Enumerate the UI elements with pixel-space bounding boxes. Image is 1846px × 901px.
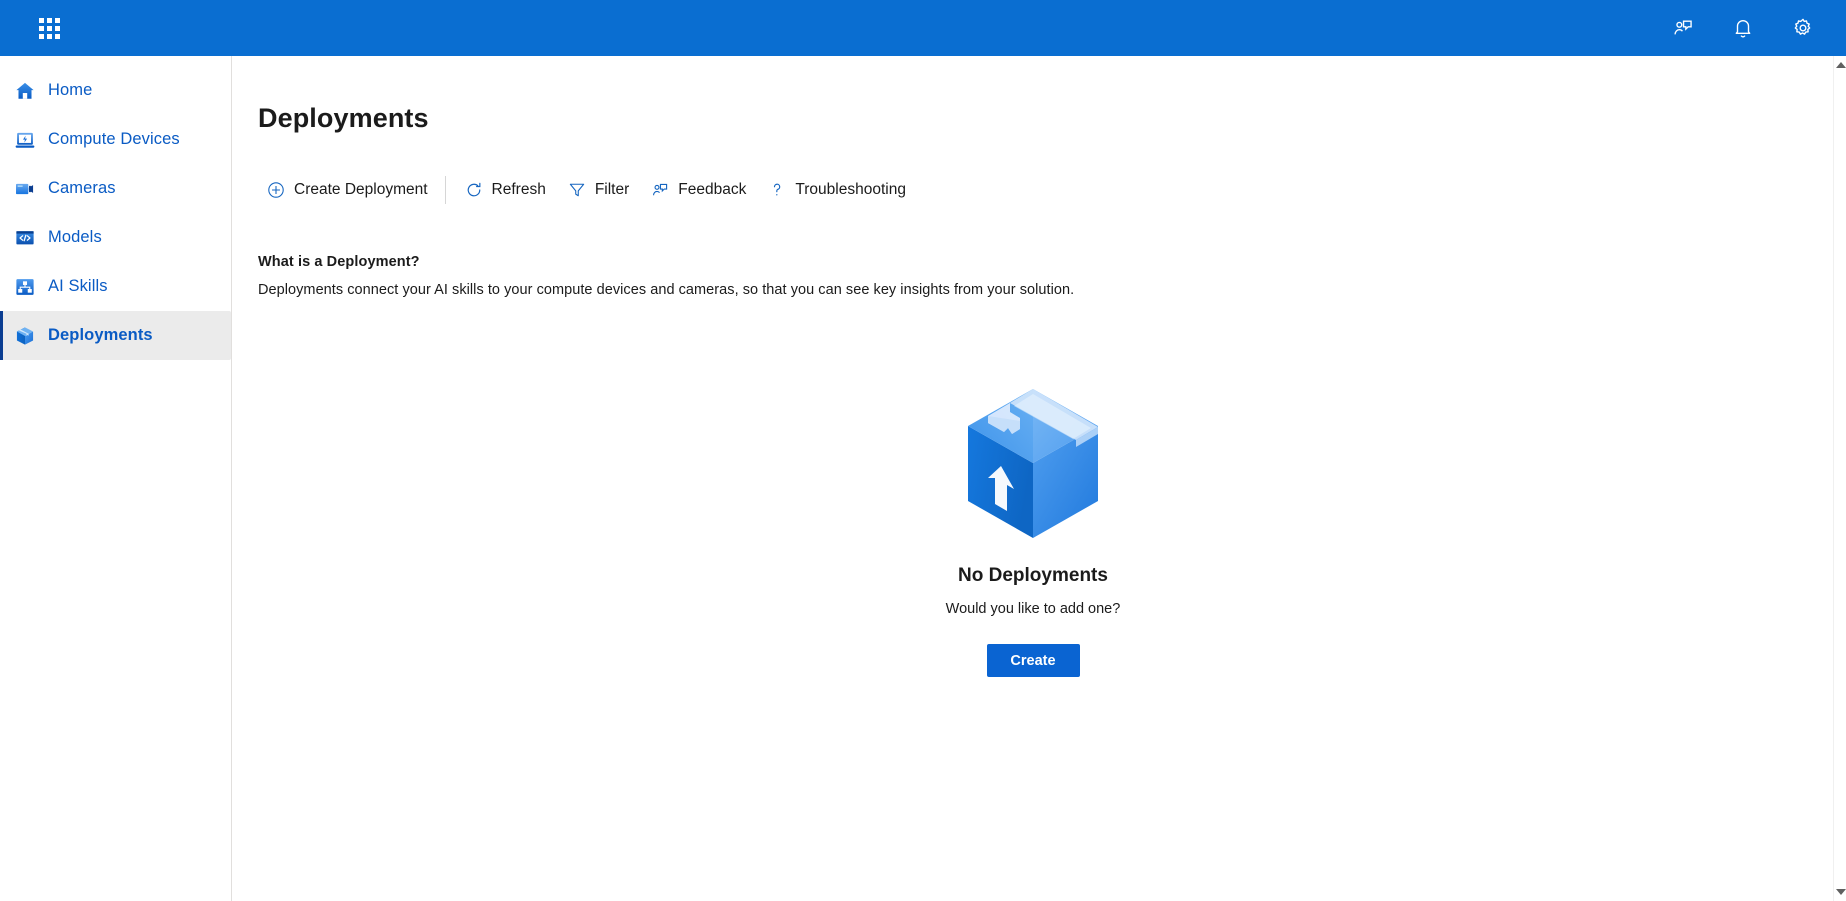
feedback-person-icon xyxy=(651,181,669,199)
create-button[interactable]: Create xyxy=(986,644,1080,677)
sidebar-item-label: Cameras xyxy=(48,179,116,197)
sidebar-item-ai-skills[interactable]: AI Skills xyxy=(0,262,231,311)
package-box-icon xyxy=(12,323,38,349)
top-bar-actions xyxy=(1666,11,1820,45)
app-grid-glyph xyxy=(38,17,60,39)
scroll-up-arrow-icon[interactable] xyxy=(1834,58,1846,72)
camera-icon xyxy=(12,176,38,202)
code-window-icon xyxy=(12,225,38,251)
about-section: What is a Deployment? Deployments connec… xyxy=(258,254,1833,298)
about-body: Deployments connect your AI skills to yo… xyxy=(258,282,1075,298)
sidebar-item-label: Models xyxy=(48,228,102,246)
troubleshooting-button[interactable]: Troubleshooting xyxy=(757,173,917,207)
create-deployment-button[interactable]: Create Deployment xyxy=(256,173,439,207)
scroll-down-arrow-icon[interactable] xyxy=(1834,885,1846,899)
toolbar-label: Refresh xyxy=(491,181,546,198)
refresh-button[interactable]: Refresh xyxy=(454,173,557,207)
sidebar-navigation: Home Compute Devices Cameras Models AI S… xyxy=(0,56,232,901)
sidebar-item-models[interactable]: Models xyxy=(0,213,231,262)
sidebar-item-deployments[interactable]: Deployments xyxy=(0,311,231,360)
sidebar-item-label: Home xyxy=(48,81,93,99)
command-toolbar: Create Deployment Refresh Filter Feedbac… xyxy=(256,173,1833,207)
app-grid-icon[interactable] xyxy=(25,4,73,52)
toolbar-label: Troubleshooting xyxy=(795,181,906,198)
main-content: Deployments Create Deployment Refresh Fi… xyxy=(233,56,1833,901)
vertical-scrollbar[interactable] xyxy=(1833,56,1846,901)
feedback-person-icon[interactable] xyxy=(1666,11,1700,45)
empty-state-title: No Deployments xyxy=(958,565,1108,586)
sidebar-item-compute-devices[interactable]: Compute Devices xyxy=(0,115,231,164)
toolbar-label: Create Deployment xyxy=(294,181,428,198)
sidebar-item-home[interactable]: Home xyxy=(0,66,231,115)
refresh-icon xyxy=(465,181,483,199)
home-icon xyxy=(12,78,38,104)
toolbar-label: Feedback xyxy=(678,181,747,198)
feedback-button[interactable]: Feedback xyxy=(640,173,757,207)
toolbar-divider xyxy=(444,176,446,204)
toolbar-label: Filter xyxy=(594,181,630,198)
top-app-bar xyxy=(0,0,1846,56)
filter-button[interactable]: Filter xyxy=(557,173,640,207)
sidebar-item-label: AI Skills xyxy=(48,277,108,295)
hierarchy-icon xyxy=(12,274,38,300)
page-title: Deployments xyxy=(258,103,429,133)
about-heading: What is a Deployment? xyxy=(258,254,420,270)
empty-state: No Deployments Would you like to add one… xyxy=(233,386,1833,677)
question-mark-icon xyxy=(768,181,786,199)
sidebar-item-label: Deployments xyxy=(48,326,153,344)
empty-state-subtitle: Would you like to add one? xyxy=(945,601,1121,617)
sidebar-item-label: Compute Devices xyxy=(48,130,180,148)
package-box-illustration xyxy=(958,386,1108,551)
notification-bell-icon[interactable] xyxy=(1726,11,1760,45)
sidebar-item-cameras[interactable]: Cameras xyxy=(0,164,231,213)
compute-device-icon xyxy=(12,127,38,153)
settings-gear-icon[interactable] xyxy=(1786,11,1820,45)
add-circle-icon xyxy=(267,181,285,199)
filter-funnel-icon xyxy=(568,181,586,199)
